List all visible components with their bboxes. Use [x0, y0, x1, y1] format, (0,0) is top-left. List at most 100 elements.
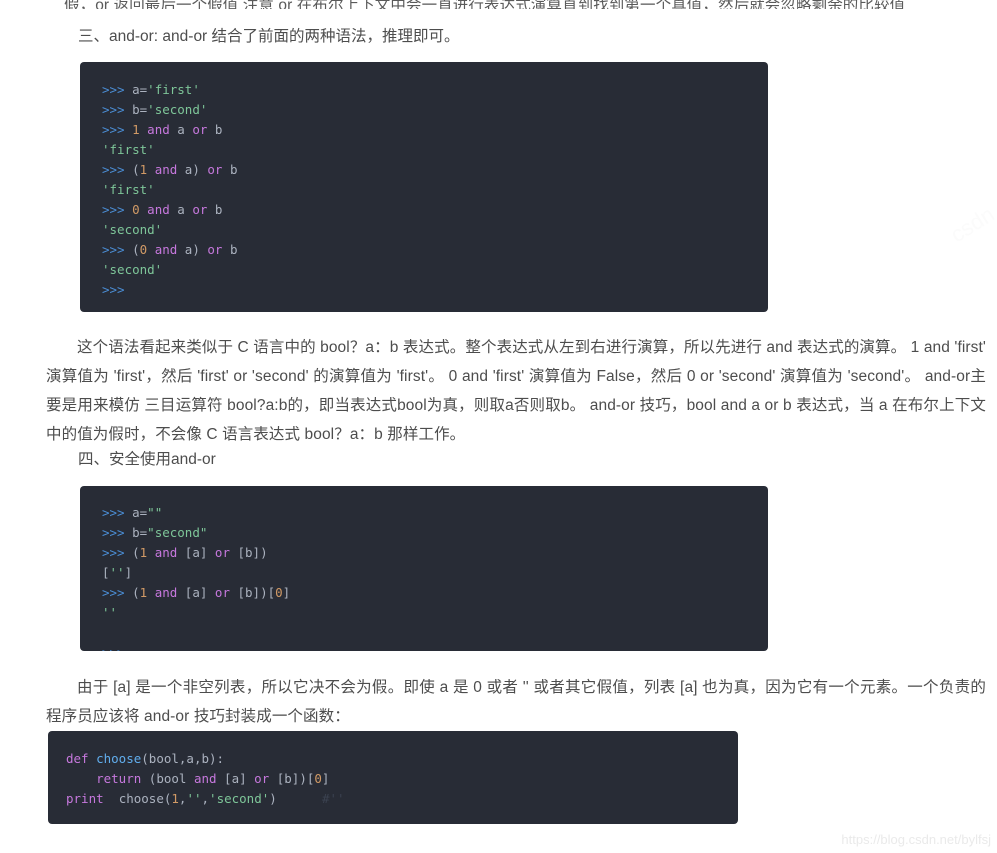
- code-token-plain: b: [222, 242, 238, 257]
- code-token-str: 'first': [102, 142, 155, 157]
- code-token-prompt: >>>: [102, 505, 133, 520]
- code-token-kw: or: [214, 545, 230, 560]
- code-token-kw: and: [147, 122, 170, 137]
- code-token-prompt: >>>: [102, 645, 125, 651]
- code-token-plain: choose: [118, 791, 164, 806]
- paragraph-explanation-one: 这个语法看起来类似于 C 语言中的 bool？a：b 表达式。整个表达式从左到右…: [46, 339, 986, 443]
- code-token-prompt: >>>: [102, 102, 133, 117]
- code-token-punct: ]: [124, 565, 133, 580]
- code-token-str: '': [102, 605, 118, 620]
- code-block-safe-and-or[interactable]: >>> a="" >>> b="second" >>> (1 and [a] o…: [80, 486, 768, 651]
- code-block-choose-function[interactable]: def choose(bool,a,b): return (bool and […: [48, 731, 738, 824]
- code-token-plain: a): [177, 162, 208, 177]
- code-token-punct: (: [132, 162, 140, 177]
- code-token-prompt: >>>: [102, 202, 133, 217]
- code-token-kw: or: [192, 202, 208, 217]
- code-token-prompt: >>>: [102, 122, 133, 137]
- code-token-str: "": [147, 505, 163, 520]
- code-token-prompt: >>>: [102, 242, 133, 257]
- code-token-plain: a: [169, 122, 193, 137]
- code-token-plain: [a]: [216, 771, 255, 786]
- code-block-one-content: >>> a='first' >>> b='second' >>> 1 and a…: [80, 62, 768, 300]
- code-token-prompt: >>>: [102, 82, 133, 97]
- code-token-kw: and: [154, 242, 178, 257]
- code-token-kw: def: [66, 751, 89, 766]
- code-token-str: '': [109, 565, 125, 580]
- paragraph-explanation-two: 由于 [a] 是一个非空列表，所以它决不会为假。即使 a 是 0 或者 '' 或…: [46, 679, 986, 725]
- code-token-plain: [b]): [229, 545, 268, 560]
- diagonal-watermark: csdn: [946, 201, 997, 248]
- code-token-plain: a): [177, 242, 208, 257]
- code-token-plain: ,: [201, 791, 210, 806]
- code-token-punct: (: [132, 242, 140, 257]
- code-token-plain: (bool: [141, 771, 194, 786]
- code-token-kw: or: [192, 122, 208, 137]
- code-token-plain: a: [169, 202, 193, 217]
- code-token-kw: and: [154, 585, 178, 600]
- code-token-kw: and: [154, 162, 178, 177]
- code-token-plain: [b])[: [269, 771, 315, 786]
- code-token-plain: ): [269, 791, 277, 806]
- code-token-kw: and: [147, 202, 170, 217]
- code-token-fn: choose: [96, 751, 142, 766]
- code-token-punct: (: [132, 585, 140, 600]
- code-token-plain: (bool,a,b):: [141, 751, 225, 766]
- code-token-num: 1: [132, 122, 140, 137]
- code-token-str: '': [186, 791, 202, 806]
- code-block-three-content: def choose(bool,a,b): return (bool and […: [48, 731, 738, 809]
- code-token-plain: b: [207, 122, 223, 137]
- code-block-two-content: >>> a="" >>> b="second" >>> (1 and [a] o…: [80, 486, 768, 651]
- code-token-str: 'second': [102, 262, 163, 277]
- url-watermark: https://blog.csdn.net/bylfsj: [841, 832, 991, 847]
- code-token-punct: [: [102, 565, 110, 580]
- code-token-plain: a=: [132, 82, 148, 97]
- code-token-prompt: >>>: [102, 525, 133, 540]
- code-token-plain: ]: [321, 771, 330, 786]
- section-three-heading: 三、and-or: and-or 结合了前面的两种语法，推理即可。: [78, 28, 460, 45]
- code-token-kw: or: [207, 242, 223, 257]
- code-token-prompt: >>>: [102, 585, 133, 600]
- code-token-str: 'second': [209, 791, 270, 806]
- section-four-heading: 四、安全使用and-or: [78, 451, 216, 468]
- code-token-kw: and: [154, 545, 178, 560]
- code-token-kw: return: [96, 771, 142, 786]
- code-token-plain: b=: [132, 525, 148, 540]
- code-token-prompt: >>>: [102, 282, 125, 297]
- code-token-num: 0: [275, 585, 283, 600]
- code-token-kw: or: [254, 771, 270, 786]
- code-token-plain: [b])[: [229, 585, 276, 600]
- clipped-previous-paragraph: 假，or 返回最后一个假值 注意 or 在布尔上下文中会一直进行表达式演算直到找…: [64, 0, 906, 9]
- code-token-num: 0: [314, 771, 322, 786]
- code-token-str: "second": [147, 525, 208, 540]
- code-token-str: 'second': [102, 222, 163, 237]
- code-token-str: 'first': [147, 82, 200, 97]
- code-token-kw: and: [193, 771, 217, 786]
- code-token-prompt: >>>: [102, 162, 133, 177]
- code-token-plain: a=: [132, 505, 148, 520]
- code-token-plain: b: [222, 162, 238, 177]
- article-page: 假，or 返回最后一个假值 注意 or 在布尔上下文中会一直进行表达式演算直到找…: [0, 0, 997, 853]
- code-token-str: 'first': [102, 182, 155, 197]
- code-token-kw: print: [66, 791, 104, 806]
- code-token-prompt: >>>: [102, 545, 133, 560]
- code-token-plain: [a]: [177, 545, 215, 560]
- code-token-plain: b=: [132, 102, 148, 117]
- code-token-plain: b: [207, 202, 223, 217]
- code-token-kw: or: [214, 585, 230, 600]
- code-token-plain: [a]: [177, 585, 215, 600]
- code-token-plain: ]: [282, 585, 291, 600]
- code-token-num: 0: [132, 202, 140, 217]
- code-token-num: 1: [171, 791, 179, 806]
- code-token-str: 'second': [147, 102, 208, 117]
- code-token-punct: (: [132, 545, 140, 560]
- code-token-comment: #'': [321, 791, 345, 806]
- code-block-and-or-example[interactable]: >>> a='first' >>> b='second' >>> 1 and a…: [80, 62, 768, 312]
